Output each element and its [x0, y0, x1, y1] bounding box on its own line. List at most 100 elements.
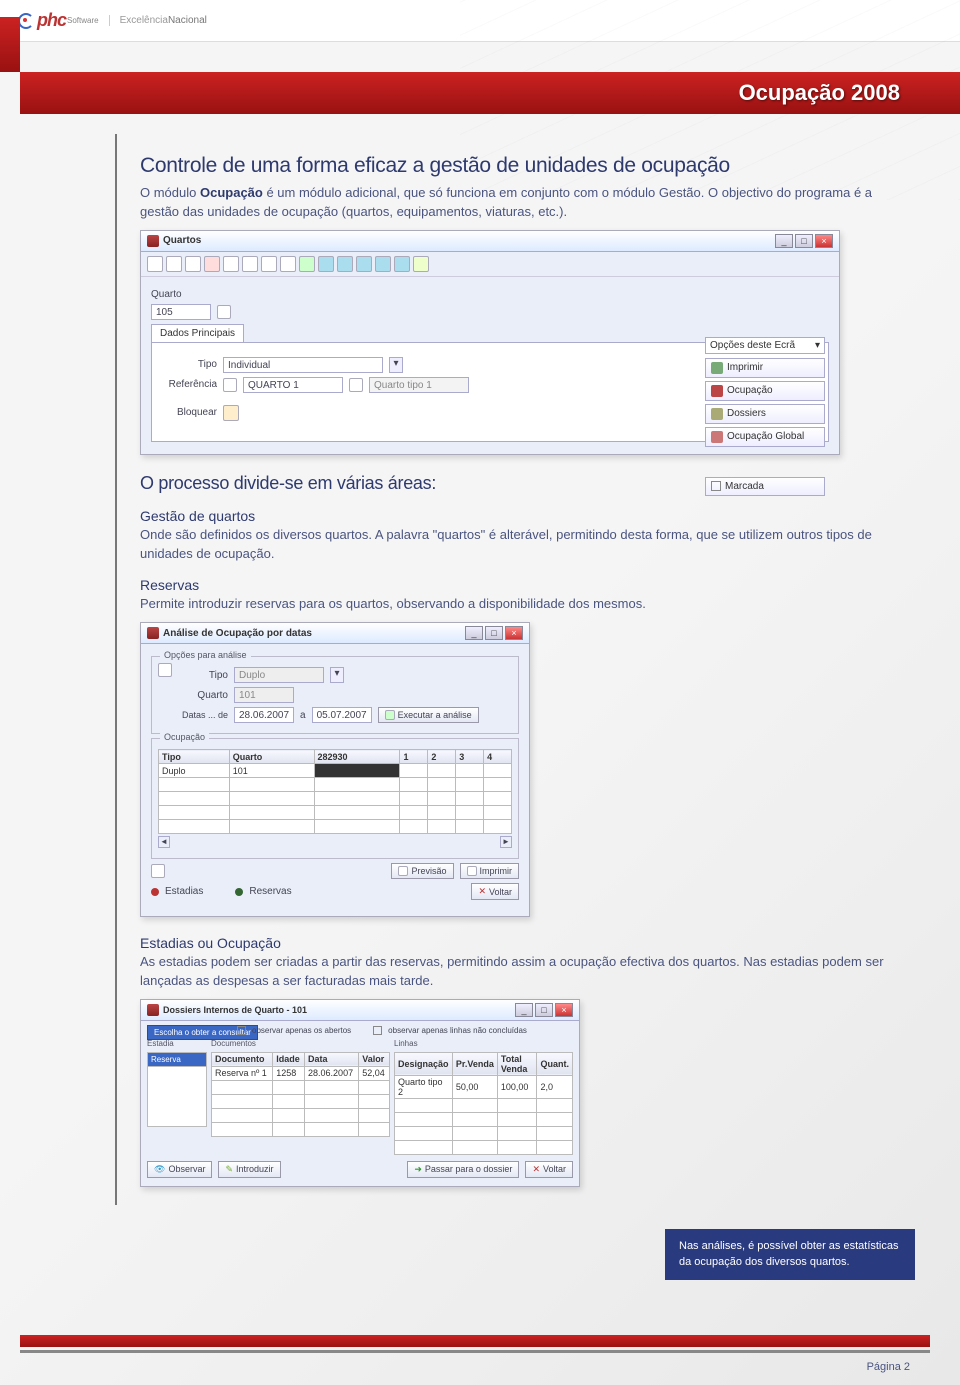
- window-title: Análise de Ocupação por datas: [163, 628, 312, 639]
- forecast-icon: [398, 866, 408, 876]
- window-title: Dossiers Internos de Quarto - 101: [163, 1005, 307, 1015]
- introduzir-button[interactable]: ✎Introduzir: [218, 1161, 280, 1178]
- options-combo[interactable]: Opções deste Ecrã▾: [705, 337, 825, 354]
- window-titlebar: Quartos _ □ ×: [141, 231, 839, 252]
- ocupacao-global-button[interactable]: Ocupação Global: [705, 427, 825, 447]
- close-icon: ✕: [532, 1164, 540, 1175]
- add-icon: ✎: [225, 1164, 233, 1175]
- legend-estadias-label: Estadias: [165, 886, 203, 897]
- estadia-header: Estadia: [147, 1039, 207, 1048]
- close-icon[interactable]: ×: [555, 1003, 573, 1017]
- group-ocupacao-legend: Ocupação: [160, 732, 209, 742]
- referencia-input[interactable]: QUARTO 1: [243, 377, 343, 393]
- refresh-icon[interactable]: [299, 256, 315, 272]
- imprimir-button[interactable]: Imprimir: [705, 358, 825, 378]
- dossiers-button[interactable]: Dossiers: [705, 404, 825, 424]
- executar-button[interactable]: Executar a análise: [378, 707, 479, 723]
- ocupacao-button[interactable]: Ocupação: [705, 381, 825, 401]
- maximize-icon[interactable]: □: [535, 1003, 553, 1017]
- filter-icon[interactable]: [158, 663, 172, 677]
- nav-last-icon[interactable]: [375, 256, 391, 272]
- voltar-button[interactable]: ✕Voltar: [525, 1161, 573, 1178]
- observar-button[interactable]: 👁Observar: [147, 1161, 212, 1178]
- dossiers-icon: [711, 408, 723, 420]
- logo-subtext: Software: [67, 16, 99, 25]
- maximize-icon[interactable]: □: [795, 234, 813, 248]
- legend-estadias-dot: [151, 888, 159, 896]
- intro-paragraph: O módulo Ocupação é um módulo adicional,…: [140, 184, 900, 222]
- voltar-button[interactable]: ✕Voltar: [471, 883, 519, 900]
- logo-swirl-icon: [18, 13, 34, 29]
- screenshot-quartos-window: Quartos _ □ × Quarto: [140, 230, 840, 455]
- lookup-icon[interactable]: [217, 305, 231, 319]
- minimize-icon[interactable]: _: [515, 1003, 533, 1017]
- chevron-down-icon: ▾: [815, 340, 820, 351]
- open-icon[interactable]: [185, 256, 201, 272]
- close-icon[interactable]: ×: [505, 626, 523, 640]
- documentos-header: Documentos: [211, 1039, 390, 1048]
- referencia-desc: Quarto tipo 1: [369, 377, 469, 393]
- legend-reservas-label: Reservas: [249, 886, 291, 897]
- chevron-down-icon[interactable]: ▾: [389, 357, 403, 373]
- referencia-label: Referência: [162, 379, 217, 390]
- close-icon[interactable]: ×: [815, 234, 833, 248]
- search-icon[interactable]: [147, 256, 163, 272]
- new-icon[interactable]: [166, 256, 182, 272]
- global-icon: [711, 431, 723, 443]
- window-titlebar: Análise de Ocupação por datas _ □ ×: [141, 623, 529, 644]
- checkbox-icon[interactable]: [373, 1026, 382, 1035]
- exit-icon[interactable]: [413, 256, 429, 272]
- tipo-select[interactable]: Individual: [223, 357, 383, 373]
- delete-icon[interactable]: [204, 256, 220, 272]
- minimize-icon[interactable]: _: [465, 626, 483, 640]
- previsao-button[interactable]: Previsão: [391, 863, 453, 879]
- tree-icon[interactable]: [261, 256, 277, 272]
- lock-icon[interactable]: [223, 405, 239, 421]
- tipo-input[interactable]: Duplo: [234, 667, 324, 683]
- window-toolbar: [141, 252, 839, 277]
- callout-box: Nas análises, é possível obter as estatí…: [665, 1229, 915, 1280]
- estadia-row[interactable]: Reserva: [148, 1052, 207, 1066]
- reservas-heading: Reservas: [140, 577, 900, 593]
- ref-search-icon[interactable]: [349, 378, 363, 392]
- screenshot-analise-window: Análise de Ocupação por datas _ □ × Opçõ…: [140, 622, 530, 917]
- app-icon: [147, 235, 159, 247]
- nav-first-icon[interactable]: [318, 256, 334, 272]
- edit-icon[interactable]: [223, 256, 239, 272]
- passar-dossier-button[interactable]: ➜Passar para o dossier: [407, 1161, 519, 1178]
- app-icon: [147, 627, 159, 639]
- chart-icon[interactable]: [242, 256, 258, 272]
- tagline: ExcelênciaNacional: [109, 15, 207, 26]
- datas-label: Datas ... de: [178, 710, 228, 720]
- nav-next-icon[interactable]: ►: [500, 836, 512, 848]
- minimize-icon[interactable]: _: [775, 234, 793, 248]
- nav-prev-icon[interactable]: ◄: [158, 836, 170, 848]
- window-titlebar: Dossiers Internos de Quarto - 101 _ □ ×: [141, 1000, 579, 1021]
- estadias-heading: Estadias ou Ocupação: [140, 935, 900, 951]
- help-icon[interactable]: [394, 256, 410, 272]
- date-to-input[interactable]: 05.07.2007: [312, 707, 372, 723]
- quarto-input[interactable]: 105: [151, 304, 211, 320]
- group-options-legend: Opções para análise: [160, 650, 251, 660]
- marcada-check[interactable]: Marcada: [705, 477, 825, 496]
- print-icon: [467, 866, 477, 876]
- checkbox-icon[interactable]: [237, 1026, 246, 1035]
- footer-strip: [20, 1335, 930, 1347]
- tool-icon[interactable]: [280, 256, 296, 272]
- date-from-input[interactable]: 28.06.2007: [234, 707, 294, 723]
- nav-next-icon[interactable]: [356, 256, 372, 272]
- gestao-quartos-heading: Gestão de quartos: [140, 508, 900, 524]
- export-icon[interactable]: [151, 864, 165, 878]
- imprimir-button[interactable]: Imprimir: [460, 863, 520, 879]
- logo-text: phc: [37, 10, 66, 31]
- tab-dados-principais[interactable]: Dados Principais: [151, 324, 244, 342]
- chevron-down-icon[interactable]: ▾: [330, 667, 344, 683]
- left-margin-rule: [115, 134, 117, 1205]
- maximize-icon[interactable]: □: [485, 626, 503, 640]
- ref-lookup-icon[interactable]: [223, 378, 237, 392]
- nav-prev-icon[interactable]: [337, 256, 353, 272]
- run-icon: [385, 710, 395, 720]
- window-title: Quartos: [163, 235, 201, 246]
- quarto-input[interactable]: 101: [234, 687, 294, 703]
- view-icon: 👁: [154, 1164, 165, 1175]
